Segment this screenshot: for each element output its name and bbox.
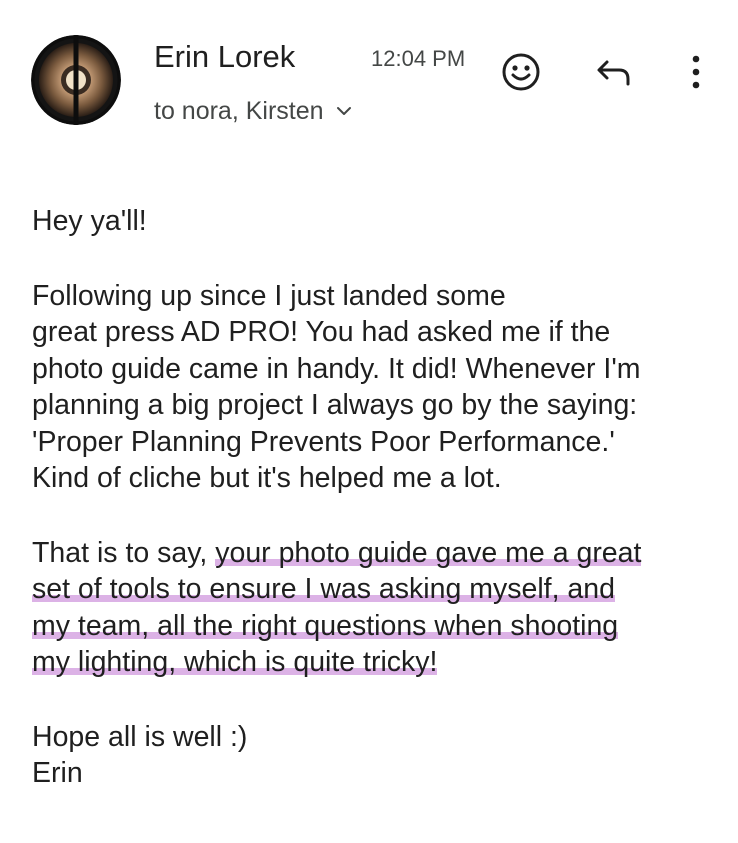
paragraph-2: That is to say, your photo guide gave me… <box>32 535 722 681</box>
paragraph-1-line: photo guide came in handy. It did! Whene… <box>32 352 641 385</box>
closing-block: Hope all is well :) Erin <box>32 719 722 792</box>
more-vertical-icon <box>690 54 702 95</box>
paragraph-1-line: 'Proper Planning Prevents Poor Performan… <box>32 425 615 458</box>
paragraph-2-line: my team, all the right questions when sh… <box>32 608 722 645</box>
paragraph-2-lead: That is to say, <box>32 536 216 569</box>
paragraph-2-line: my lighting, which is quite tricky! <box>32 644 722 681</box>
paragraph-2-line: set of tools to ensure I was asking myse… <box>32 571 722 608</box>
reply-icon <box>594 52 634 97</box>
paragraph-1-line: Following up since I just landed some <box>32 279 506 312</box>
signature: Erin <box>32 757 83 789</box>
message-body: Hey ya'll! Following up since I just lan… <box>32 203 722 792</box>
highlighted-text: my lighting, which is quite tricky! <box>32 646 438 678</box>
sender-name: Erin Lorek <box>154 39 296 74</box>
paragraph-2-line: That is to say, your photo guide gave me… <box>32 535 722 572</box>
paragraph-1-line: great press AD PRO! You had asked me if … <box>32 316 611 348</box>
sender-avatar[interactable] <box>31 35 121 125</box>
more-options-button[interactable] <box>676 52 716 96</box>
recipients-label: to nora, Kirsten <box>154 96 324 125</box>
paragraph-1-line: Kind of cliche but it's helped me a lot. <box>32 462 502 494</box>
message-time: 12:04 PM <box>371 46 466 71</box>
paragraph-1: Following up since I just landed some gr… <box>32 278 722 497</box>
highlighted-text: my team, all the right questions when sh… <box>32 609 619 642</box>
recipients-toggle[interactable]: to nora, Kirsten <box>154 94 352 128</box>
paragraph-1-line: planning a big project I always go by th… <box>32 389 638 421</box>
greeting: Hey ya'll! <box>32 205 147 237</box>
emoji-reaction-icon <box>501 52 541 97</box>
email-header: Erin Lorek 12:04 PM to nora, Kirsten <box>0 0 738 140</box>
reply-button[interactable] <box>592 52 636 96</box>
emoji-reaction-button[interactable] <box>499 52 543 96</box>
closing-line: Hope all is well :) <box>32 720 248 753</box>
chevron-down-icon <box>336 106 352 116</box>
highlighted-text: set of tools to ensure I was asking myse… <box>32 573 615 605</box>
highlighted-text: your photo guide gave me a great <box>215 536 642 569</box>
